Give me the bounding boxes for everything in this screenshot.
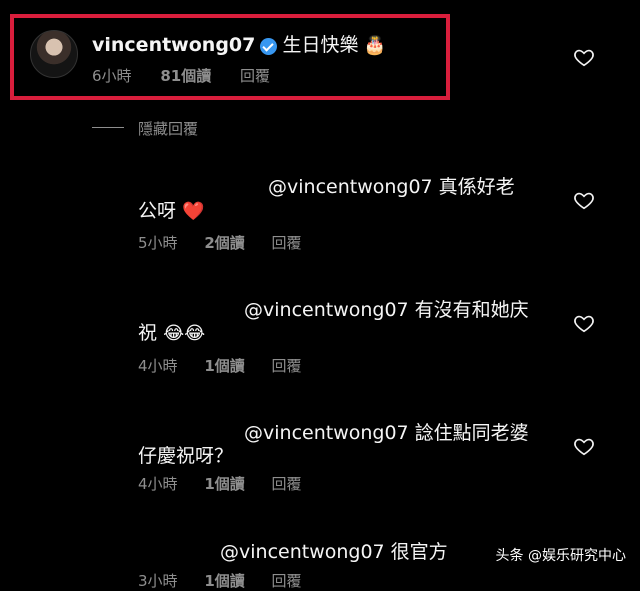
reply-4-reply-button[interactable]: 回覆 — [272, 572, 302, 590]
reply-4-reads[interactable]: 1個讀 — [204, 572, 244, 590]
main-comment-header: vincentwong07 生日快樂 🎂 — [92, 30, 386, 57]
main-comment-reply-button[interactable]: 回覆 — [240, 67, 270, 85]
hide-replies-button[interactable]: 隱藏回覆 — [138, 118, 198, 139]
reply-2-line2: 祝 😂😂 — [138, 318, 205, 345]
verified-badge-icon — [260, 38, 278, 55]
reply-3-meta: 4小時 1個讀 回覆 — [138, 473, 302, 494]
avatar[interactable] — [30, 30, 78, 78]
reply-3-line1: @vincentwong07 諗住點同老婆 — [244, 422, 529, 444]
heart-icon[interactable] — [573, 312, 595, 334]
reply-2-meta: 4小時 1個讀 回覆 — [138, 355, 302, 376]
main-comment-text: 生日快樂 — [282, 34, 359, 56]
reply-2-emoji: 😂😂 — [163, 323, 206, 344]
hide-replies-line — [92, 127, 124, 128]
reply-1-meta: 5小時 2個讀 回覆 — [138, 232, 302, 253]
main-comment-time: 6小時 — [92, 67, 132, 85]
reply-4-time: 3小時 — [138, 572, 178, 590]
reply-1-text-cont: 公呀 — [138, 200, 177, 222]
reply-1-line2: 公呀 ❤️ — [138, 196, 204, 223]
watermark: 头条 @娱乐研究中心 — [495, 548, 626, 564]
reply-3-time: 4小時 — [138, 475, 178, 493]
main-comment-meta: 6小時 81個讀 回覆 — [92, 65, 270, 86]
reply-2-text-cont: 祝 — [138, 322, 158, 344]
reply-3-reply-button[interactable]: 回覆 — [272, 475, 302, 493]
reply-2-time: 4小時 — [138, 357, 178, 375]
reply-2-reply-button[interactable]: 回覆 — [272, 357, 302, 375]
reply-4-meta: 3小時 1個讀 回覆 — [138, 570, 302, 591]
reply-1-line1: @vincentwong07 真係好老 — [268, 176, 515, 198]
reply-3-reads[interactable]: 1個讀 — [204, 475, 244, 493]
reply-1-time: 5小時 — [138, 234, 178, 252]
reply-1-reads[interactable]: 2個讀 — [204, 234, 244, 252]
reply-2-line1: @vincentwong07 有沒有和她庆 — [244, 299, 529, 321]
heart-icon[interactable] — [573, 189, 595, 211]
main-comment-reads[interactable]: 81個讀 — [160, 67, 211, 85]
reply-4-line1: @vincentwong07 很官方 — [220, 541, 448, 563]
main-comment-emoji: 🎂 — [363, 35, 387, 56]
main-comment-username[interactable]: vincentwong07 — [92, 34, 255, 56]
heart-icon[interactable] — [573, 435, 595, 457]
reply-1-reply-button[interactable]: 回覆 — [272, 234, 302, 252]
reply-2-reads[interactable]: 1個讀 — [204, 357, 244, 375]
heart-icon[interactable] — [573, 46, 595, 68]
reply-3-line2: 仔慶祝呀？ — [138, 445, 234, 467]
reply-1-emoji: ❤️ — [182, 201, 205, 222]
